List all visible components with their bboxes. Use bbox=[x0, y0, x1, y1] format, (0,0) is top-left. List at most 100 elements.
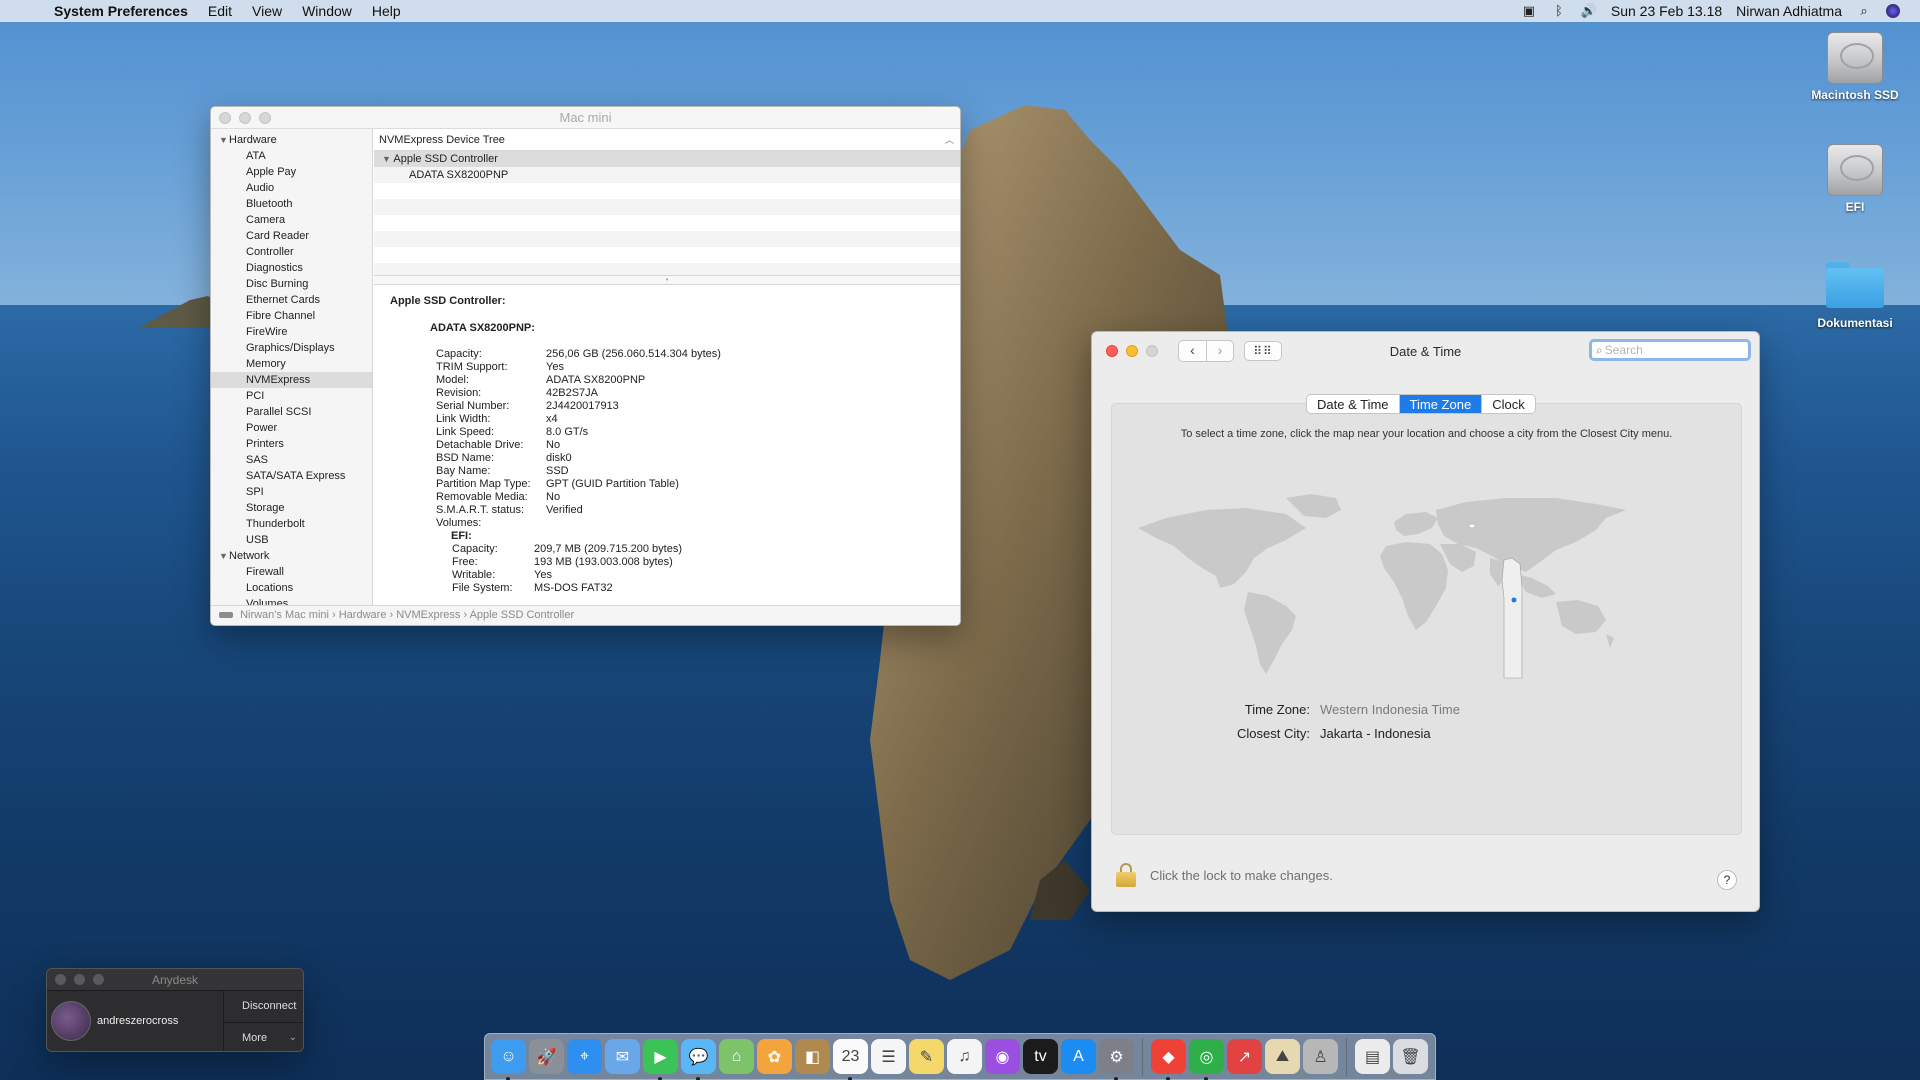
show-all-grid-icon[interactable]: ⠿⠿ bbox=[1244, 341, 1282, 361]
menu-clock[interactable]: Sun 23 Feb 13.18 bbox=[1611, 3, 1722, 19]
maps-icon[interactable]: ⌂ bbox=[719, 1039, 754, 1074]
tab-clock[interactable]: Clock bbox=[1481, 395, 1535, 413]
sidebar-item-bluetooth[interactable]: Bluetooth bbox=[211, 196, 372, 212]
system-preferences-icon[interactable]: ⚙ bbox=[1099, 1039, 1134, 1080]
sidebar-item-memory[interactable]: Memory bbox=[211, 356, 372, 372]
device-tree-row-controller[interactable]: ▼ Apple SSD Controller bbox=[374, 151, 960, 167]
window-titlebar[interactable]: Mac mini bbox=[211, 107, 960, 129]
preview-icon[interactable]: ⛰ bbox=[1265, 1039, 1300, 1074]
sidebar-item-nvmexpress[interactable]: NVMExpress bbox=[211, 372, 372, 388]
sidebar-item-storage[interactable]: Storage bbox=[211, 500, 372, 516]
device-tree-header[interactable]: NVMExpress Device Tree ︿ bbox=[374, 129, 960, 151]
notes-icon[interactable]: ✎ bbox=[909, 1039, 944, 1074]
close-button[interactable] bbox=[1106, 345, 1118, 357]
path-segment[interactable]: NVMExpress bbox=[396, 609, 460, 621]
path-segment[interactable]: Nirwan's Mac mini bbox=[240, 609, 329, 621]
lock-icon[interactable] bbox=[1116, 863, 1136, 887]
disclosure-triangle-icon[interactable]: ▼ bbox=[219, 132, 229, 148]
tab-time-zone[interactable]: Time Zone bbox=[1398, 395, 1482, 413]
bluetooth-icon[interactable]: ᛒ bbox=[1551, 4, 1567, 18]
back-chevron-icon[interactable]: ‹ bbox=[1179, 341, 1206, 361]
sidebar-item-disc-burning[interactable]: Disc Burning bbox=[211, 276, 372, 292]
messages-icon[interactable]: 💬 bbox=[681, 1039, 716, 1080]
sidebar-item-sas[interactable]: SAS bbox=[211, 452, 372, 468]
window-toolbar[interactable]: ‹ › ⠿⠿ Date & Time ⌕ Search bbox=[1092, 332, 1759, 370]
sidebar-item-apple-pay[interactable]: Apple Pay bbox=[211, 164, 372, 180]
minimize-button[interactable] bbox=[239, 111, 251, 124]
zoom-button[interactable] bbox=[93, 974, 104, 985]
teamviewer-icon[interactable]: ↗ bbox=[1227, 1039, 1262, 1074]
automator-icon[interactable]: ♙ bbox=[1303, 1039, 1338, 1074]
menu-help[interactable]: Help bbox=[362, 3, 411, 19]
menu-user-name[interactable]: Nirwan Adhiatma bbox=[1736, 3, 1842, 19]
window-titlebar[interactable]: Anydesk bbox=[47, 969, 303, 991]
mail-icon[interactable]: ✉ bbox=[605, 1039, 640, 1074]
menu-app-name[interactable]: System Preferences bbox=[54, 3, 198, 19]
music-icon[interactable]: ♫ bbox=[947, 1039, 982, 1074]
split-view-divider[interactable]: • bbox=[374, 275, 960, 285]
desktop-icon-dokumentasi[interactable]: Dokumentasi bbox=[1800, 262, 1910, 330]
documents-icon[interactable]: ▤ bbox=[1355, 1039, 1390, 1074]
disconnect-button[interactable]: Disconnect bbox=[224, 991, 303, 1022]
sidebar-item-parallel-scsi[interactable]: Parallel SCSI bbox=[211, 404, 372, 420]
sidebar-item-printers[interactable]: Printers bbox=[211, 436, 372, 452]
minimize-button[interactable] bbox=[74, 974, 85, 985]
close-button[interactable] bbox=[219, 111, 231, 124]
sidebar-item-locations[interactable]: Locations bbox=[211, 580, 372, 596]
search-icon[interactable]: ⌕ bbox=[1856, 4, 1872, 18]
sidebar-item-thunderbolt[interactable]: Thunderbolt bbox=[211, 516, 372, 532]
sidebar-item-pci[interactable]: PCI bbox=[211, 388, 372, 404]
reminders-icon[interactable]: ☰ bbox=[871, 1039, 906, 1074]
volume-icon[interactable]: 🔊 bbox=[1581, 4, 1597, 18]
disclosure-triangle-icon[interactable]: ▼ bbox=[219, 548, 229, 564]
disclosure-triangle-icon[interactable]: ▼ bbox=[382, 154, 391, 164]
tab-date-time[interactable]: Date & Time bbox=[1307, 395, 1399, 413]
safari-icon[interactable]: ⌖ bbox=[567, 1039, 602, 1074]
path-segment[interactable]: Apple SSD Controller bbox=[470, 609, 575, 621]
display-icon[interactable]: ▣ bbox=[1521, 4, 1537, 18]
facetime-icon[interactable]: ▶ bbox=[643, 1039, 678, 1080]
sidebar-item-controller[interactable]: Controller bbox=[211, 244, 372, 260]
sidebar-item-sata-sata-express[interactable]: SATA/SATA Express bbox=[211, 468, 372, 484]
sort-chevron-icon[interactable]: ︿ bbox=[945, 129, 954, 151]
sidebar-item-camera[interactable]: Camera bbox=[211, 212, 372, 228]
sidebar-item-spi[interactable]: SPI bbox=[211, 484, 372, 500]
menu-window[interactable]: Window bbox=[292, 3, 362, 19]
siri-icon[interactable] bbox=[1886, 4, 1900, 18]
zoom-button[interactable] bbox=[1146, 345, 1158, 357]
minimize-button[interactable] bbox=[1126, 345, 1138, 357]
app-store-icon[interactable]: A bbox=[1061, 1039, 1096, 1074]
sidebar-item-firewire[interactable]: FireWire bbox=[211, 324, 372, 340]
forward-chevron-icon[interactable]: › bbox=[1206, 341, 1233, 361]
menu-edit[interactable]: Edit bbox=[198, 3, 242, 19]
sidebar-group-network[interactable]: ▼Network bbox=[211, 548, 372, 564]
sidebar-item-firewall[interactable]: Firewall bbox=[211, 564, 372, 580]
sidebar-item-graphics-displays[interactable]: Graphics/Displays bbox=[211, 340, 372, 356]
sidebar-item-card-reader[interactable]: Card Reader bbox=[211, 228, 372, 244]
sidebar-item-fibre-channel[interactable]: Fibre Channel bbox=[211, 308, 372, 324]
world-time-zone-map[interactable] bbox=[1136, 488, 1716, 718]
closest-city-combobox[interactable]: Jakarta - Indonesia bbox=[1320, 726, 1431, 741]
desktop-icon-macintosh-ssd[interactable]: Macintosh SSD bbox=[1800, 32, 1910, 102]
zoom-button[interactable] bbox=[259, 111, 271, 124]
search-input[interactable]: ⌕ Search bbox=[1589, 339, 1751, 361]
podcasts-icon[interactable]: ◉ bbox=[985, 1039, 1020, 1074]
device-tree-row-device[interactable]: ADATA SX8200PNP bbox=[374, 167, 960, 183]
anydesk-icon[interactable]: ◆ bbox=[1151, 1039, 1186, 1080]
path-segment[interactable]: Hardware bbox=[339, 609, 387, 621]
photos-icon[interactable]: ✿ bbox=[757, 1039, 792, 1074]
sidebar-item-audio[interactable]: Audio bbox=[211, 180, 372, 196]
calendar-icon[interactable]: 23 bbox=[833, 1039, 868, 1080]
tv-icon[interactable]: tv bbox=[1023, 1039, 1058, 1074]
help-button[interactable]: ? bbox=[1717, 870, 1737, 890]
network-radar-icon[interactable]: ◎ bbox=[1189, 1039, 1224, 1080]
finder-icon[interactable]: ☺ bbox=[491, 1039, 526, 1080]
trash-icon[interactable]: 🗑 bbox=[1393, 1039, 1428, 1074]
sidebar-item-ethernet-cards[interactable]: Ethernet Cards bbox=[211, 292, 372, 308]
more-button[interactable]: More ⌄ bbox=[224, 1022, 303, 1051]
sidebar-item-power[interactable]: Power bbox=[211, 420, 372, 436]
sidebar-item-diagnostics[interactable]: Diagnostics bbox=[211, 260, 372, 276]
menu-view[interactable]: View bbox=[242, 3, 292, 19]
contacts-icon[interactable]: ◧ bbox=[795, 1039, 830, 1074]
close-button[interactable] bbox=[55, 974, 66, 985]
